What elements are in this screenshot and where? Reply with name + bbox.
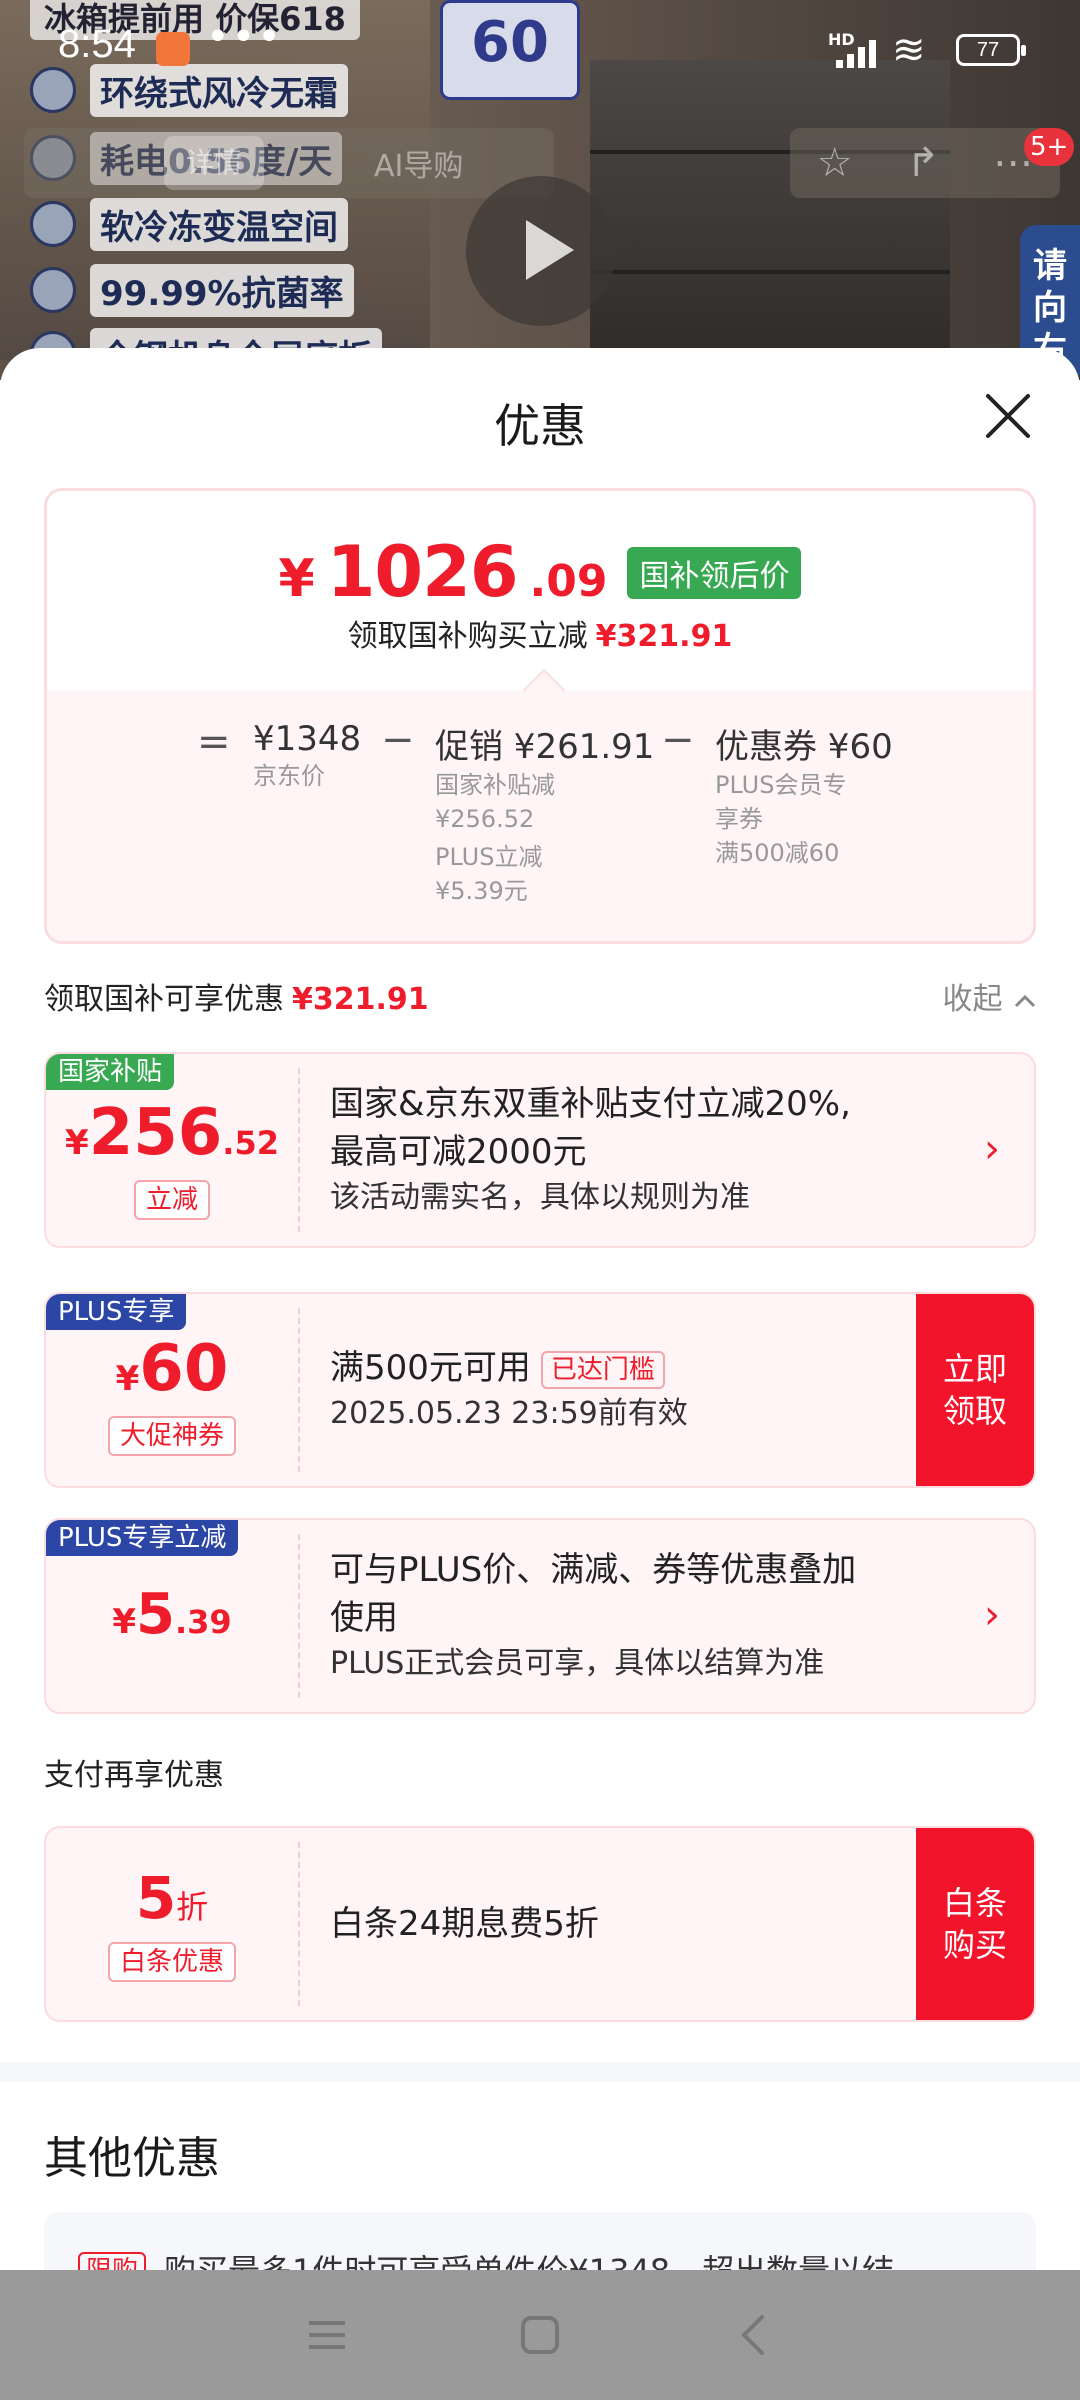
battery-icon: 77 xyxy=(956,34,1026,66)
chevron-right-icon: › xyxy=(984,1126,1000,1172)
top-tabs: 详情 AI导购 xyxy=(24,128,554,198)
coupon-amount-area: PLUS专享 ¥60 大促神券 xyxy=(46,1294,298,1486)
minus-sign: − xyxy=(381,717,415,763)
equals-sign: = xyxy=(197,719,231,765)
coupon-sub-tag: 白条优惠 xyxy=(46,1942,298,1982)
threshold-reached-badge: 已达门槛 xyxy=(540,1350,665,1389)
coupon-amount-area: 5折 白条优惠 xyxy=(46,1828,298,2020)
dashed-divider xyxy=(298,1068,300,1232)
top-actions: ☆ ↱ ⋯ xyxy=(790,128,1060,198)
play-icon[interactable] xyxy=(466,176,616,326)
coupon-block: 优惠券 ¥60 PLUS会员专 享券 满500减60 xyxy=(715,727,893,867)
notification-badge: 5+ xyxy=(1024,128,1075,166)
dashed-divider xyxy=(298,1308,300,1472)
coupon-tag: PLUS专享立减 xyxy=(46,1520,239,1556)
home-icon[interactable] xyxy=(510,2305,570,2365)
coupon-baitiao: 5折 白条优惠 白条24期息费5折 白条购买 xyxy=(44,1826,1036,2022)
tab-ai-guide[interactable]: AI导购 xyxy=(374,141,463,185)
coupon-description: 可与PLUS价、满减、券等优惠叠加 使用 PLUS正式会员可享，具体以结算为准 xyxy=(330,1550,857,1681)
coupon-description: 满500元可用 已达门槛 2025.05.23 23:59前有效 xyxy=(330,1348,688,1431)
save-line: 领取国补购买立减 ¥321.91 xyxy=(347,619,733,654)
coupon-amount: ¥256.52 xyxy=(65,1096,279,1170)
star-icon[interactable]: ☆ xyxy=(817,140,853,186)
price-tag: 国补领后价 xyxy=(627,547,802,599)
coupon-amount-area: 国家补贴 ¥256.52 立减 xyxy=(46,1054,298,1246)
coupon-sub-tag: 立减 xyxy=(46,1180,298,1220)
claim-now-button[interactable]: 立即领取 xyxy=(916,1294,1034,1486)
system-nav-bar xyxy=(0,2270,1080,2400)
coupon-plus-instant-discount[interactable]: PLUS专享立减 ¥5.39 可与PLUS价、满减、券等优惠叠加 使用 PLUS… xyxy=(44,1518,1036,1714)
signal-icon xyxy=(836,38,880,68)
chevron-up-icon xyxy=(1014,994,1036,1007)
promo-block: 促销 ¥261.91 国家补贴减 ¥256.52 PLUS立减 ¥5.39元 xyxy=(435,727,655,905)
coupon-tag: 国家补贴 xyxy=(46,1054,175,1090)
coupon-description: 国家&京东双重补贴支付立减20%, 最高可减2000元 该活动需实名，具体以规则… xyxy=(330,1084,851,1215)
minus-sign: − xyxy=(661,717,695,763)
thermometer-icon xyxy=(30,201,76,247)
coupon-plus-exclusive: PLUS专享 ¥60 大促神券 满500元可用 已达门槛 2025.05.23 2… xyxy=(44,1292,1036,1488)
coupon-amount-area: PLUS专享立减 ¥5.39 xyxy=(46,1520,298,1712)
tab-detail[interactable]: 详情 xyxy=(164,136,264,190)
offers-sheet: 优惠 ¥1026.09 国补领后价 领取国补购买立减 ¥321.91 = ¥134… xyxy=(0,348,1080,2400)
status-time: 8:54 xyxy=(58,22,136,66)
back-icon[interactable] xyxy=(723,2305,783,2365)
coupon-amount: 5折 xyxy=(135,1864,209,1932)
collapse-button[interactable]: 收起 xyxy=(942,974,1038,1018)
coupon-description: 白条24期息费5折 xyxy=(330,1904,599,1944)
coupon-amount: ¥60 xyxy=(115,1332,229,1406)
section-payment-title: 支付再享优惠 xyxy=(44,1758,224,1793)
other-offers-title: 其他优惠 xyxy=(44,2133,220,2184)
wifi-icon: ≋ xyxy=(892,27,926,73)
dashed-divider xyxy=(298,1534,300,1698)
share-icon[interactable]: ↱ xyxy=(906,140,940,186)
section-gov-subsidy-title: 领取国补可享优惠 ¥321.91 xyxy=(44,982,429,1017)
more-notifications-icon: ••• xyxy=(206,14,283,60)
baitiao-buy-button[interactable]: 白条购买 xyxy=(916,1828,1034,2020)
menu-icon[interactable] xyxy=(297,2305,357,2365)
coupon-gov-subsidy[interactable]: 国家补贴 ¥256.52 立减 国家&京东双重补贴支付立减20%, 最高可减20… xyxy=(44,1052,1036,1248)
status-bar: 8:54 ••• HD ≋ 77 xyxy=(0,0,1080,100)
shield-icon xyxy=(30,267,76,313)
app-notification-icon xyxy=(156,32,190,66)
fridge-image xyxy=(590,60,950,360)
section-gap xyxy=(0,2062,1080,2082)
fridge-seam xyxy=(590,270,950,274)
price-summary-card: ¥1026.09 国补领后价 领取国补购买立减 ¥321.91 = ¥1348 京… xyxy=(44,488,1036,944)
dashed-divider xyxy=(298,1842,300,2006)
chevron-right-icon: › xyxy=(984,1592,1000,1638)
coupon-tag: PLUS专享 xyxy=(46,1294,187,1330)
sheet-title: 优惠 xyxy=(494,399,586,453)
coupon-amount: ¥5.39 xyxy=(112,1582,232,1647)
coupon-sub-tag: 大促神券 xyxy=(46,1416,298,1456)
close-icon[interactable] xyxy=(980,388,1036,444)
final-price: ¥1026.09 国补领后价 xyxy=(47,531,1033,613)
feature-item: 软冷冻变温空间 xyxy=(30,196,348,252)
feature-item: 99.99%抗菌率 xyxy=(30,262,354,318)
base-price-block: ¥1348 京东价 xyxy=(253,719,362,790)
